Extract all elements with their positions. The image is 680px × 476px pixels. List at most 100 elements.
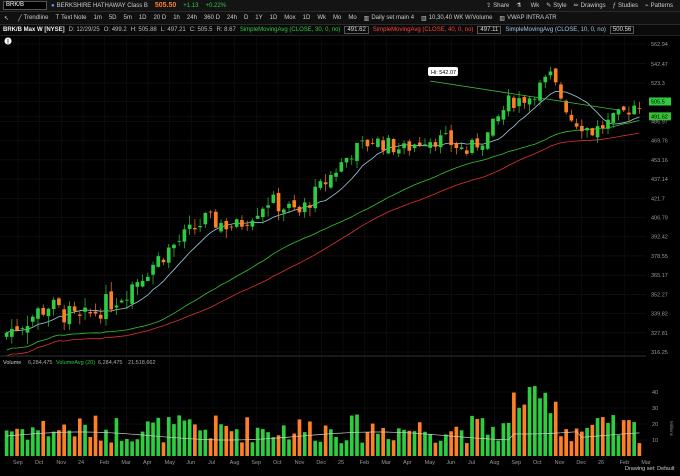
tf-1d-b[interactable]: 1D — [270, 15, 278, 21]
drawing-set-label[interactable]: Drawing set: Default — [625, 466, 675, 472]
volume-bar — [360, 442, 365, 456]
tf-d[interactable]: D — [244, 15, 248, 21]
daily-set-button[interactable]: ▥ Daily set main 4 — [364, 15, 414, 22]
candle-body — [480, 145, 485, 150]
range-mo[interactable]: Mo — [333, 15, 341, 21]
volume-bar — [527, 387, 532, 456]
candle-body — [140, 280, 145, 287]
volume-value: 6,284,475 — [28, 360, 52, 366]
range-mox[interactable]: Mox — [284, 15, 295, 21]
volume-bar — [627, 420, 631, 456]
flask-button[interactable]: ⚗ — [516, 2, 523, 9]
tf-1h[interactable]: 1h — [173, 15, 180, 21]
time-tick: May — [425, 460, 436, 466]
style-button[interactable]: ✎ Style — [546, 2, 566, 10]
sma40-label[interactable]: SimpleMovingAvg (CLOSE, 40, 0, no) — [373, 27, 474, 33]
volume-bar — [57, 430, 61, 456]
textnote-tool[interactable]: T Text Note — [55, 15, 86, 21]
volume-bar — [470, 415, 474, 456]
cursor-tool[interactable]: ↖ — [4, 15, 11, 22]
top-bar: BRK/B ● BERKSHIRE HATHAWAY Class B 505.5… — [0, 0, 680, 12]
candle-body — [250, 220, 255, 227]
candle-body — [234, 219, 239, 227]
sma30-label[interactable]: SimpleMovingAvg (CLOSE, 30, 0, no) — [240, 27, 341, 33]
volume-bar — [67, 430, 72, 456]
candle-body — [287, 203, 291, 208]
tf-5d[interactable]: 5D — [109, 15, 117, 21]
time-tick: 26 — [598, 460, 604, 466]
volume-bar — [569, 441, 574, 456]
candle-body — [381, 140, 385, 151]
ema-preset-button[interactable]: ▥ 10,30,40 WK W/Volume — [421, 15, 492, 22]
vwap-button[interactable]: ▥ VWAP INTRA ATR — [499, 15, 556, 22]
candle-body — [255, 215, 260, 219]
candle-body — [637, 107, 642, 109]
volume-bar — [156, 417, 161, 456]
candle-body — [30, 316, 35, 322]
time-tick: Aug — [490, 460, 500, 466]
volume-bar — [4, 430, 9, 456]
tf-20d[interactable]: 20 D — [154, 15, 167, 21]
share-button[interactable]: ⇪ Share — [486, 2, 509, 10]
patterns-button[interactable]: ⌁ Patterns — [645, 2, 673, 10]
price-chart[interactable]: Hi: 542.07 ! Volume 6,284,475 VolumeAvg … — [0, 36, 680, 476]
volume-bar — [130, 441, 134, 456]
candle-body — [569, 114, 574, 121]
volume-bar — [543, 392, 548, 456]
volume-bar — [611, 415, 616, 456]
tf-1d[interactable]: 1D — [139, 15, 147, 21]
candle-body — [553, 68, 558, 83]
last-price: 505.50 — [154, 2, 177, 9]
tool-bar: ↖ ╱ Trendline T Text Note 1m 5D 5m 1D 20 D… — [0, 12, 680, 25]
candle-body — [125, 299, 129, 301]
tf-1m[interactable]: 1m — [93, 15, 101, 21]
candle-body — [454, 143, 459, 148]
price-tick: 406.79 — [651, 216, 668, 222]
volume-tick: 20 — [652, 422, 658, 428]
drawings-button[interactable]: ✏ Drawings — [574, 2, 606, 10]
candle-body — [595, 126, 600, 138]
tf-5m[interactable]: 5m — [124, 15, 132, 21]
range-wk[interactable]: Wk — [317, 15, 326, 21]
candle-body — [219, 222, 223, 232]
high-callout-text: Hi: 542.07 — [431, 70, 456, 76]
volume-bar — [145, 421, 150, 456]
tf-360d[interactable]: 360 D — [204, 15, 220, 21]
trendline-tool[interactable]: ╱ Trendline — [18, 15, 48, 22]
volume-bar — [261, 429, 265, 456]
time-tick: Aug — [230, 460, 240, 466]
tf-24h-b[interactable]: 24h — [227, 15, 237, 21]
tf-24h[interactable]: 24h — [187, 15, 197, 21]
candle-body — [585, 128, 589, 131]
candle-body — [580, 125, 584, 132]
candle-body — [51, 299, 56, 310]
candle-body — [407, 141, 412, 151]
candle-body — [245, 224, 250, 226]
candle-body — [292, 200, 297, 208]
volume-bar — [318, 441, 323, 456]
candle-body — [198, 226, 202, 228]
range-1d[interactable]: 1D — [303, 15, 311, 21]
volume-bar — [187, 419, 192, 456]
sma10-label[interactable]: SimpleMovingAvg (CLOSE, 10, 0, no) — [505, 27, 606, 33]
volume-bar — [83, 424, 87, 456]
symbol-input[interactable]: BRK/B — [3, 1, 47, 10]
tf-1y[interactable]: 1Y — [255, 15, 262, 21]
candle-body — [313, 186, 317, 209]
volume-bar — [271, 437, 276, 456]
info-close: C: 505.5 — [189, 27, 213, 33]
volume-bar — [224, 425, 229, 456]
candle-body — [360, 140, 365, 142]
time-tick: Oct — [273, 460, 282, 466]
drawings-label: Drawings — [580, 2, 606, 9]
time-tick: Jul — [208, 460, 215, 466]
candle-body — [98, 314, 103, 319]
volume-bar — [62, 424, 66, 456]
price-tick: 523.3 — [651, 81, 665, 87]
volume-bar — [10, 431, 14, 456]
info-high: H: 505.88 — [130, 27, 157, 33]
ema-preset-label: 10,30,40 WK W/Volume — [428, 15, 493, 21]
range-mo-b[interactable]: Mo — [348, 15, 356, 21]
timeframe-button[interactable]: Wk — [531, 3, 540, 9]
studies-button[interactable]: ƒ Studies — [613, 3, 638, 9]
